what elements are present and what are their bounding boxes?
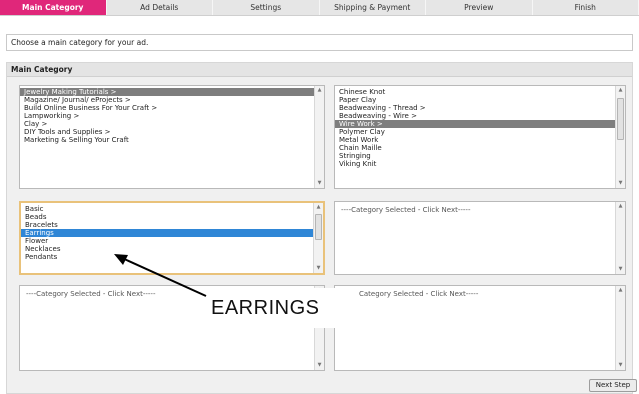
category-list-level-3[interactable]: Basic Beads Bracelets Earrings Flower Ne…: [19, 201, 325, 275]
category-list-level-1[interactable]: Jewelry Making Tutorials > Magazine/ Jou…: [19, 85, 325, 189]
list-item[interactable]: Bracelets: [21, 221, 323, 229]
list-item[interactable]: Magazine/ Journal/ eProjects >: [20, 96, 324, 104]
list-item[interactable]: Chinese Knot: [335, 88, 625, 96]
scroll-up-icon[interactable]: ▲: [616, 86, 625, 95]
scroll-thumb[interactable]: [617, 98, 624, 140]
scrollbar[interactable]: ▲ ▼: [314, 86, 324, 188]
scroll-up-icon[interactable]: ▲: [314, 203, 323, 212]
scrollbar[interactable]: ▲ ▼: [313, 203, 323, 273]
scroll-up-icon[interactable]: ▲: [315, 86, 324, 95]
tab-settings[interactable]: Settings: [213, 0, 320, 15]
scroll-down-icon[interactable]: ▼: [616, 361, 625, 370]
scroll-down-icon[interactable]: ▼: [314, 264, 323, 273]
tab-finish[interactable]: Finish: [533, 0, 639, 15]
scroll-down-icon[interactable]: ▼: [616, 179, 625, 188]
list-item[interactable]: Stringing: [335, 152, 625, 160]
list-item[interactable]: Polymer Clay: [335, 128, 625, 136]
scrollbar[interactable]: ▲ ▼: [615, 202, 625, 274]
list-item[interactable]: Beads: [21, 213, 323, 221]
scroll-thumb[interactable]: [315, 214, 322, 240]
list-item[interactable]: Build Online Business For Your Craft >: [20, 104, 324, 112]
list-item[interactable]: Lampworking >: [20, 112, 324, 120]
category-list-level-6[interactable]: Category Selected - Click Next----- ▲ ▼: [334, 285, 626, 371]
list-item[interactable]: Beadweaving - Wire >: [335, 112, 625, 120]
list-item[interactable]: Jewelry Making Tutorials >: [20, 88, 324, 96]
scroll-down-icon[interactable]: ▼: [315, 361, 324, 370]
tab-ad-details[interactable]: Ad Details: [107, 0, 213, 15]
category-list-level-2[interactable]: Chinese Knot Paper Clay Beadweaving - Th…: [334, 85, 626, 189]
step-tabs: Main Category Ad Details Settings Shippi…: [0, 0, 639, 16]
intro-text: Choose a main category for your ad.: [6, 34, 633, 51]
tab-preview[interactable]: Preview: [426, 0, 533, 15]
list-item[interactable]: Marketing & Selling Your Craft: [20, 136, 324, 144]
next-step-button[interactable]: Next Step: [589, 379, 637, 392]
list-item[interactable]: Basic: [21, 205, 323, 213]
list-item[interactable]: Earrings: [21, 229, 323, 237]
placeholder-text: ----Category Selected - Click Next-----: [341, 206, 471, 214]
scroll-down-icon[interactable]: ▼: [616, 265, 625, 274]
list-item[interactable]: Wire Work >: [335, 120, 625, 128]
list-item[interactable]: Beadweaving - Thread >: [335, 104, 625, 112]
tab-shipping-payment[interactable]: Shipping & Payment: [320, 0, 426, 15]
main-category-panel: Main Category Jewelry Making Tutorials >…: [6, 62, 633, 394]
list-item[interactable]: Metal Work: [335, 136, 625, 144]
list-item[interactable]: Chain Maille: [335, 144, 625, 152]
tab-main-category[interactable]: Main Category: [0, 0, 107, 15]
scroll-down-icon[interactable]: ▼: [315, 179, 324, 188]
list-item[interactable]: Pendants: [21, 253, 323, 261]
scrollbar[interactable]: ▲ ▼: [615, 86, 625, 188]
list-item[interactable]: Paper Clay: [335, 96, 625, 104]
scrollbar[interactable]: ▲ ▼: [615, 286, 625, 370]
placeholder-text: Category Selected - Click Next-----: [359, 290, 479, 298]
scroll-up-icon[interactable]: ▲: [616, 202, 625, 211]
list-item[interactable]: DIY Tools and Supplies >: [20, 128, 324, 136]
list-item[interactable]: Necklaces: [21, 245, 323, 253]
earrings-callout-label: EARRINGS: [207, 288, 337, 328]
scroll-up-icon[interactable]: ▲: [616, 286, 625, 295]
list-item[interactable]: Flower: [21, 237, 323, 245]
list-item[interactable]: Clay >: [20, 120, 324, 128]
list-item[interactable]: Viking Knit: [335, 160, 625, 168]
panel-title: Main Category: [7, 63, 632, 77]
category-list-level-4[interactable]: ----Category Selected - Click Next----- …: [334, 201, 626, 275]
